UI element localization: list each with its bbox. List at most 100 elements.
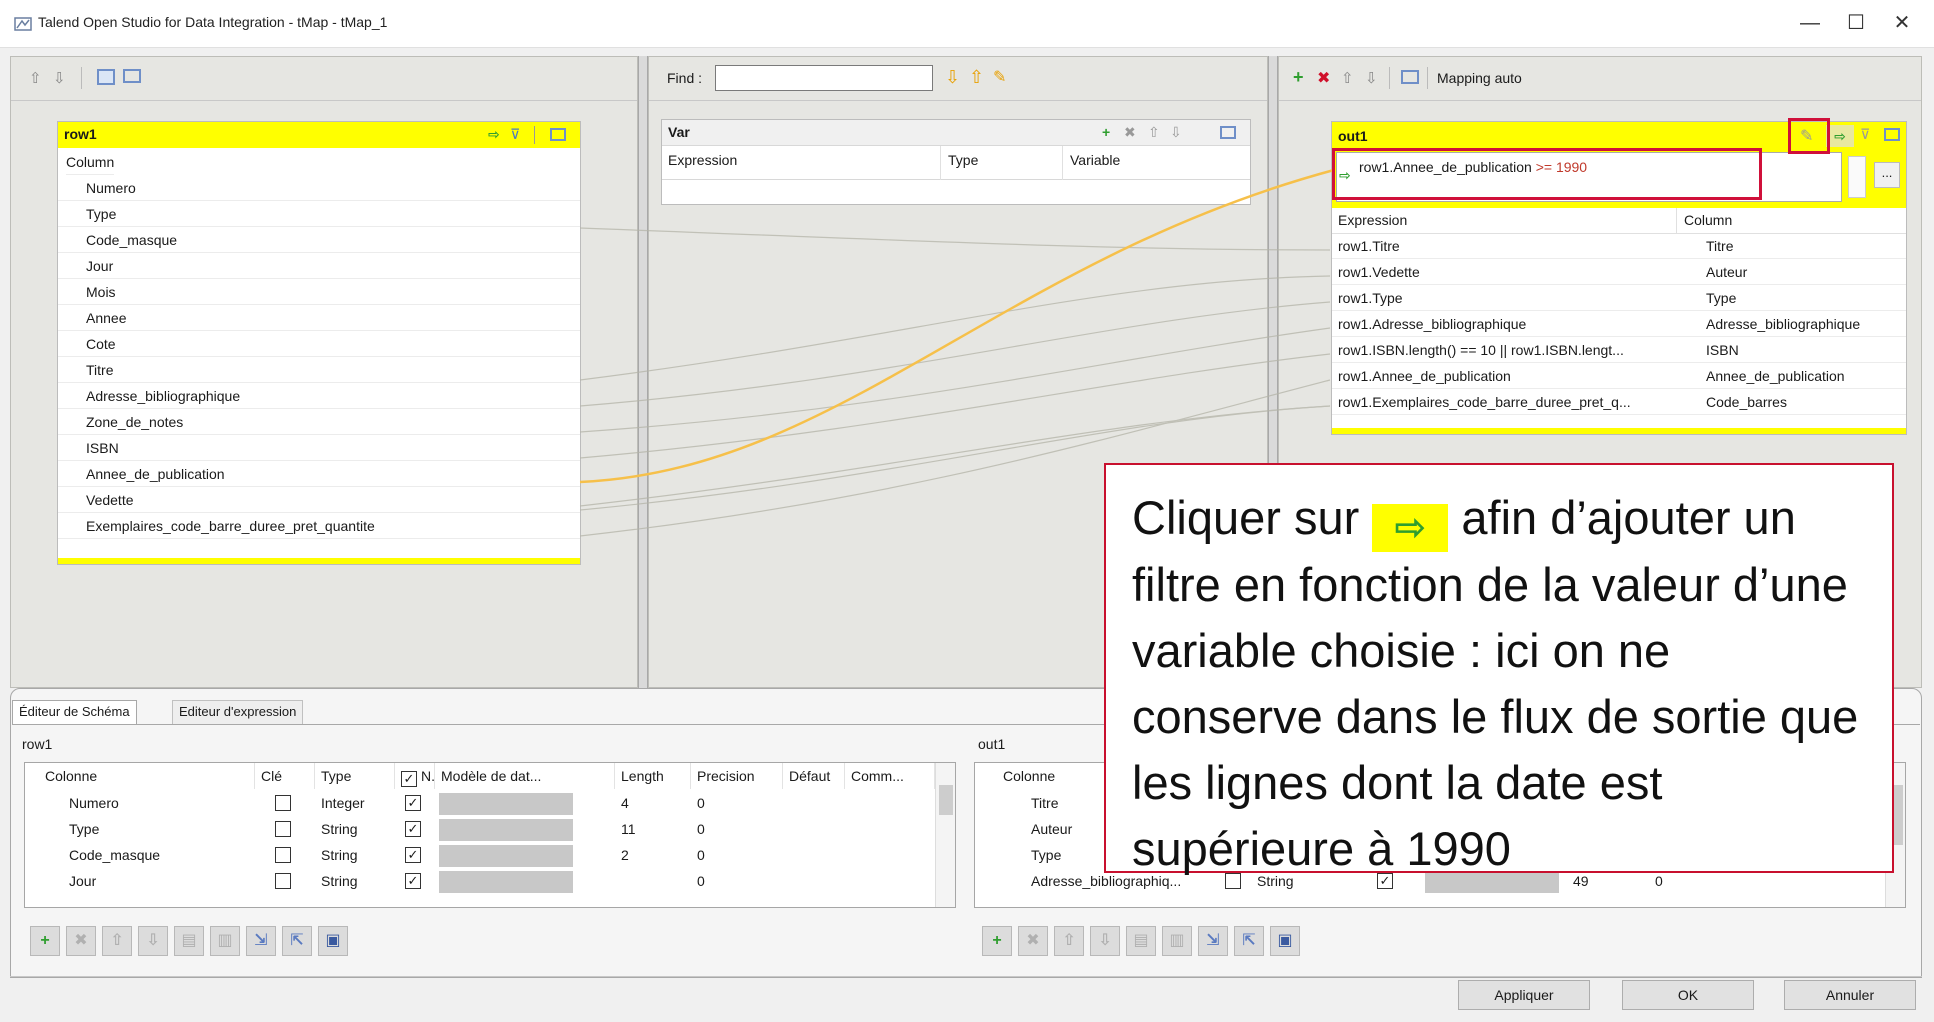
arrow-down-icon[interactable]: ⇩ — [1170, 124, 1182, 141]
key-checkbox[interactable] — [275, 795, 291, 811]
output-expression[interactable]: row1.Adresse_bibliographique — [1338, 312, 1526, 337]
tab-expression-editor[interactable]: Editeur d'expression — [172, 700, 304, 724]
schema-cell-type[interactable]: String — [321, 869, 358, 894]
add-icon[interactable]: + — [1102, 124, 1110, 140]
setting-icon[interactable] — [550, 128, 566, 141]
filter-icon[interactable]: ⊽ — [510, 126, 520, 143]
ok-button[interactable]: OK — [1622, 980, 1754, 1010]
output-mapping-row[interactable]: row1.Titre Titre — [1332, 234, 1906, 259]
nullable-checkbox[interactable]: ✓ — [405, 821, 421, 837]
apply-button[interactable]: Appliquer — [1458, 980, 1590, 1010]
add-icon[interactable]: + — [30, 926, 60, 956]
export-icon[interactable]: ⇱ — [282, 926, 312, 956]
schema-cell-precision[interactable]: 0 — [697, 843, 705, 868]
schema-cell-precision[interactable]: 0 — [697, 791, 705, 816]
output-mapping-row[interactable]: row1.Adresse_bibliographique Adresse_bibl… — [1332, 312, 1906, 337]
schema-cell-colonne[interactable]: Code_masque — [69, 843, 160, 868]
mapping-auto-button[interactable]: Mapping auto — [1437, 70, 1522, 86]
maximize-button[interactable]: ☐ — [1836, 8, 1876, 38]
left-splitter[interactable] — [638, 56, 648, 688]
output-expression[interactable]: row1.ISBN.length() == 10 || row1.ISBN.le… — [1338, 338, 1624, 363]
paste-icon[interactable]: ▥ — [1162, 926, 1192, 956]
move-up-icon[interactable]: ⇧ — [1054, 926, 1084, 956]
input-column-row[interactable]: Type — [58, 202, 580, 227]
minimize-button[interactable]: — — [1790, 8, 1830, 38]
nullable-checkbox[interactable]: ✓ — [405, 847, 421, 863]
scroll-thumb[interactable] — [939, 785, 953, 815]
output-mapping-row[interactable]: row1.Type Type — [1332, 286, 1906, 311]
schema-cell-date-pattern[interactable] — [439, 871, 573, 893]
copy-icon[interactable]: ▤ — [174, 926, 204, 956]
checkbox[interactable]: ✓ — [401, 771, 417, 787]
input-table-header[interactable]: row1 ⇨ ⊽ — [58, 122, 580, 148]
arrow-down-icon[interactable]: ⇩ — [1365, 69, 1378, 87]
output-expression[interactable]: row1.Vedette — [1338, 260, 1420, 285]
schema-cell-date-pattern[interactable] — [439, 819, 573, 841]
find-options-icon[interactable]: ✎ — [993, 67, 1006, 87]
input-column-row[interactable]: Cote — [58, 332, 580, 357]
key-checkbox[interactable] — [275, 821, 291, 837]
add-icon[interactable]: + — [982, 926, 1012, 956]
input-column-row[interactable]: Jour — [58, 254, 580, 279]
input-column-row[interactable]: Code_masque — [58, 228, 580, 253]
copy-icon[interactable]: ▤ — [1126, 926, 1156, 956]
tab-schema-editor[interactable]: Éditeur de Schéma — [12, 700, 137, 724]
export-icon[interactable]: ⇱ — [1234, 926, 1264, 956]
schema-scrollbar-left[interactable] — [935, 763, 955, 907]
schema-cell-type[interactable]: Integer — [321, 791, 365, 816]
remove-output-icon[interactable]: ✖ — [1317, 68, 1330, 88]
minimize-tables-icon[interactable] — [97, 69, 115, 85]
input-column-row[interactable]: Annee — [58, 306, 580, 331]
schema-cell-date-pattern[interactable] — [439, 845, 573, 867]
schema-cell-precision[interactable]: 0 — [697, 817, 705, 842]
add-output-icon[interactable]: + — [1293, 67, 1304, 88]
schema-cell-type[interactable]: String — [321, 817, 358, 842]
input-column-row[interactable]: Zone_de_notes — [58, 410, 580, 435]
nullable-checkbox[interactable]: ✓ — [405, 873, 421, 889]
import-icon[interactable]: ⇲ — [246, 926, 276, 956]
move-down-icon[interactable]: ⇩ — [1090, 926, 1120, 956]
save-icon[interactable]: ▣ — [1270, 926, 1300, 956]
schema-cell-colonne[interactable]: Type — [69, 817, 99, 842]
schema-cell-date-pattern[interactable] — [439, 793, 573, 815]
schema-cell-length[interactable]: 2 — [621, 843, 629, 868]
output-expression[interactable]: row1.Type — [1338, 286, 1403, 311]
arrow-down-icon[interactable]: ⇩ — [53, 69, 66, 87]
schema-cell-length[interactable]: 4 — [621, 791, 629, 816]
setting-icon[interactable] — [1401, 70, 1419, 84]
schema-cell-precision[interactable]: 0 — [697, 869, 705, 894]
setting-icon[interactable] — [1884, 128, 1900, 141]
filter-icon[interactable]: ⊽ — [1860, 126, 1870, 143]
input-column-row[interactable]: Annee_de_publication — [58, 462, 580, 487]
add-filter-icon[interactable]: ⇨ — [488, 126, 500, 143]
output-mapping-row[interactable]: row1.ISBN.length() == 10 || row1.ISBN.le… — [1332, 338, 1906, 363]
input-column-row[interactable]: Exemplaires_code_barre_duree_pret_quanti… — [58, 514, 580, 539]
schema-cell-type[interactable]: String — [321, 843, 358, 868]
save-icon[interactable]: ▣ — [318, 926, 348, 956]
remove-icon[interactable]: ✖ — [66, 926, 96, 956]
output-expression[interactable]: row1.Titre — [1338, 234, 1400, 259]
schema-cell-colonne[interactable]: Numero — [69, 791, 119, 816]
input-column-row[interactable]: Mois — [58, 280, 580, 305]
close-button[interactable]: ✕ — [1882, 8, 1922, 38]
arrow-up-icon[interactable]: ⇧ — [1341, 69, 1354, 87]
arrow-up-icon[interactable]: ⇧ — [29, 69, 42, 87]
input-column-row[interactable]: Titre — [58, 358, 580, 383]
input-column-row[interactable]: Numero — [58, 176, 580, 201]
add-filter-icon[interactable]: ⇨ — [1826, 125, 1854, 147]
paste-icon[interactable]: ▥ — [210, 926, 240, 956]
expression-scrollbar[interactable] — [1848, 156, 1866, 198]
key-checkbox[interactable] — [275, 873, 291, 889]
output-mapping-row[interactable]: row1.Exemplaires_code_barre_duree_pret_q… — [1332, 390, 1906, 415]
schema-cell-length[interactable]: 11 — [621, 817, 636, 842]
output-mapping-row[interactable]: row1.Vedette Auteur — [1332, 260, 1906, 285]
input-column-row[interactable]: Vedette — [58, 488, 580, 513]
find-previous-icon[interactable]: ⇧ — [969, 67, 984, 88]
move-up-icon[interactable]: ⇧ — [102, 926, 132, 956]
find-next-icon[interactable]: ⇩ — [945, 67, 960, 88]
arrow-up-icon[interactable]: ⇧ — [1148, 124, 1160, 141]
expression-editor-button[interactable]: ... — [1874, 162, 1900, 188]
output-mapping-row[interactable]: row1.Annee_de_publication Annee_de_public… — [1332, 364, 1906, 389]
setting-icon[interactable] — [123, 69, 141, 83]
remove-icon[interactable]: ✖ — [1018, 926, 1048, 956]
